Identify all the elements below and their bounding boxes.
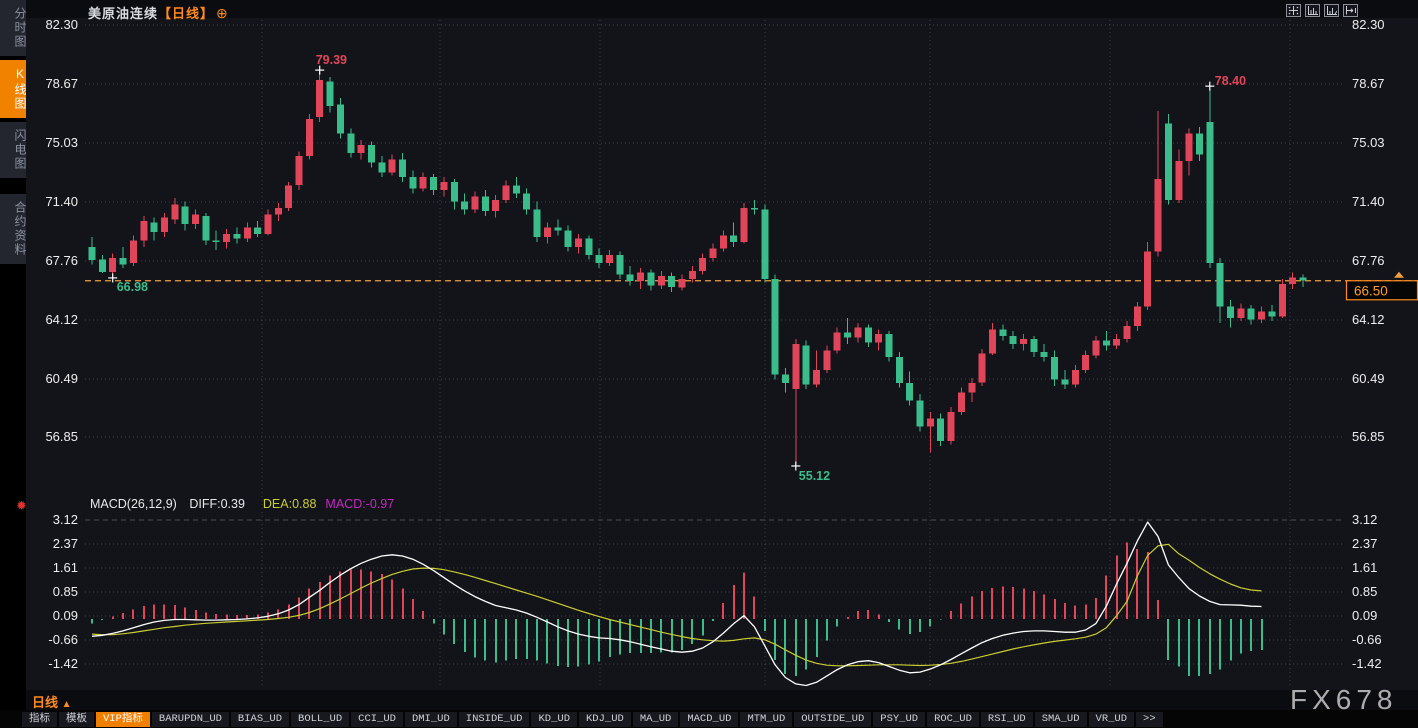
- indicator-tab-5[interactable]: BOLL_UD: [291, 712, 349, 727]
- svg-text:60.49: 60.49: [45, 371, 78, 386]
- svg-text:82.30: 82.30: [1352, 17, 1385, 32]
- diff-line: [92, 522, 1262, 685]
- svg-text:66.50: 66.50: [1354, 283, 1388, 298]
- chart-toolbar-icons: [1286, 4, 1358, 17]
- svg-text:79.39: 79.39: [316, 53, 347, 67]
- sidebar-item-3[interactable]: 合约资料: [0, 194, 26, 264]
- add-indicator-icon[interactable]: ⊕: [216, 5, 229, 21]
- sidebar-item-0[interactable]: 分时图: [0, 0, 26, 56]
- svg-text:75.03: 75.03: [45, 135, 78, 150]
- indicator-tab-12[interactable]: MACD_UD: [680, 712, 738, 727]
- indicator-tab-18[interactable]: SMA_UD: [1035, 712, 1087, 727]
- svg-text:3.12: 3.12: [1352, 512, 1377, 527]
- svg-text:1.61: 1.61: [53, 560, 78, 575]
- svg-text:78.67: 78.67: [1352, 76, 1385, 91]
- alert-icon[interactable]: ✹: [16, 498, 27, 514]
- svg-text:0.09: 0.09: [1352, 608, 1377, 623]
- indicator-tab-17[interactable]: RSI_UD: [981, 712, 1033, 727]
- sidebar-item-2[interactable]: 闪电图: [0, 122, 26, 178]
- macd-value: MACD:-0.97: [325, 497, 394, 511]
- axis-labels: 82.30 82.30 78.67 78.67 75.03 75.03 71.40 71.40…: [45, 17, 1384, 671]
- indicator-tab-0[interactable]: 指标: [22, 712, 57, 727]
- macd-params-and-diff: MACD(26,12,9) DIFF:0.39: [90, 497, 254, 511]
- indicator-tab-16[interactable]: ROC_UD: [927, 712, 979, 727]
- svg-text:66.98: 66.98: [117, 280, 148, 294]
- chart-title: 美原油连续【日线】⊕: [88, 3, 229, 22]
- svg-text:-0.66: -0.66: [1352, 632, 1382, 647]
- period-tag[interactable]: 【日线】: [158, 6, 214, 21]
- svg-text:64.12: 64.12: [45, 312, 78, 327]
- svg-text:82.30: 82.30: [45, 17, 78, 32]
- caret-up-icon: ▲: [62, 699, 72, 710]
- svg-text:55.12: 55.12: [799, 469, 830, 483]
- svg-text:2.37: 2.37: [1352, 536, 1377, 551]
- svg-text:0.85: 0.85: [53, 584, 78, 599]
- svg-text:-1.42: -1.42: [1352, 656, 1382, 671]
- indicator-tab-1[interactable]: 模板: [59, 712, 94, 727]
- svg-text:67.76: 67.76: [45, 253, 78, 268]
- indicator-tab-7[interactable]: DMI_UD: [405, 712, 457, 727]
- svg-text:3.12: 3.12: [53, 512, 78, 527]
- svg-text:78.67: 78.67: [45, 76, 78, 91]
- macd-header: MACD(26,12,9) DIFF:0.39 DEA:0.88 MACD:-0.9…: [90, 497, 403, 511]
- svg-text:75.03: 75.03: [1352, 135, 1385, 150]
- indicator-tab-11[interactable]: MA_UD: [633, 712, 679, 727]
- indicator-tab-13[interactable]: MTM_UD: [740, 712, 792, 727]
- svg-text:56.85: 56.85: [45, 429, 78, 444]
- indicator-tab-20[interactable]: >>: [1136, 712, 1163, 727]
- svg-text:78.40: 78.40: [1215, 74, 1246, 88]
- indicator-tab-4[interactable]: BIAS_UD: [231, 712, 289, 727]
- svg-text:1.61: 1.61: [1352, 560, 1377, 575]
- watermark: FX678: [1290, 684, 1398, 716]
- indicator-tab-15[interactable]: PSY_UD: [873, 712, 925, 727]
- indicator-tab-10[interactable]: KDJ_UD: [579, 712, 631, 727]
- symbol-name: 美原油连续: [88, 6, 158, 21]
- gridlines: [85, 20, 1345, 688]
- svg-text:-1.42: -1.42: [48, 656, 78, 671]
- indicator-tabbar: 指标模板VIP指标BARUPDN_UDBIAS_UDBOLL_UDCCI_UDD…: [0, 710, 1418, 728]
- svg-text:0.09: 0.09: [53, 608, 78, 623]
- indicator-tab-6[interactable]: CCI_UD: [351, 712, 403, 727]
- indicator-tab-8[interactable]: INSIDE_UD: [459, 712, 530, 727]
- axis-shift-icon[interactable]: [1343, 4, 1358, 17]
- svg-text:-0.66: -0.66: [48, 632, 78, 647]
- indicator-tab-14[interactable]: OUTSIDE_UD: [794, 712, 871, 727]
- indicator-tab-9[interactable]: KD_UD: [531, 712, 577, 727]
- svg-text:2.37: 2.37: [53, 536, 78, 551]
- candlesticks: [89, 72, 1307, 465]
- price-annotations: 79.39 78.40 66.98 55.12: [108, 53, 1246, 483]
- indicator-tab-19[interactable]: VR_UD: [1089, 712, 1135, 727]
- indicator-tab-2[interactable]: VIP指标: [96, 712, 150, 727]
- axis-right-icon[interactable]: [1324, 4, 1339, 17]
- svg-text:71.40: 71.40: [45, 194, 78, 209]
- svg-text:71.40: 71.40: [1352, 194, 1385, 209]
- svg-text:56.85: 56.85: [1352, 429, 1385, 444]
- sidebar-item-1[interactable]: K线图: [0, 60, 26, 118]
- macd-histogram: [92, 543, 1262, 676]
- left-sidebar: 分时图 K线图闪电图合约资料: [0, 0, 26, 728]
- indicator-tab-3[interactable]: BARUPDN_UD: [152, 712, 229, 727]
- axis-left-icon[interactable]: [1305, 4, 1320, 17]
- period-selector[interactable]: 日线 ▲: [32, 692, 72, 711]
- chart-canvas[interactable]: 82.30 82.30 78.67 78.67 75.03 75.03 71.40 71.40…: [0, 0, 1418, 728]
- charting-app-window: 82.30 82.30 78.67 78.67 75.03 75.03 71.40 71.40…: [0, 0, 1418, 728]
- svg-text:0.85: 0.85: [1352, 584, 1377, 599]
- svg-text:64.12: 64.12: [1352, 312, 1385, 327]
- dea-value: DEA:0.88: [263, 497, 317, 511]
- crosshair-icon[interactable]: [1286, 4, 1301, 17]
- date-axis-row: 日线 ▲: [26, 690, 1418, 710]
- svg-text:60.49: 60.49: [1352, 371, 1385, 386]
- svg-text:67.76: 67.76: [1352, 253, 1385, 268]
